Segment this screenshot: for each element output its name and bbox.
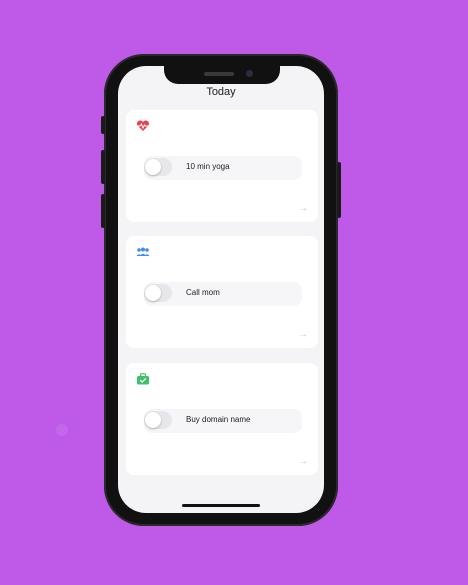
page-title: Today	[206, 86, 236, 98]
task-label: 10 min yoga	[186, 162, 230, 171]
power-button	[337, 162, 341, 218]
toggle-knob	[145, 412, 161, 428]
briefcase-check-icon	[137, 373, 149, 385]
home-indicator	[182, 504, 260, 507]
arrow-right-icon[interactable]: →	[298, 456, 308, 467]
task-label: Call mom	[186, 288, 220, 297]
toggle-knob	[145, 285, 161, 301]
phone-frame: Today 10 min yoga → Call mom → Buy domai…	[101, 54, 341, 526]
task-toggle[interactable]	[144, 411, 172, 429]
task-card[interactable]: 10 min yoga →	[126, 110, 318, 222]
volume-up-button	[101, 150, 105, 184]
front-camera	[246, 70, 253, 77]
task-label: Buy domain name	[186, 415, 251, 424]
task-card[interactable]: Call mom →	[126, 236, 318, 348]
arrow-right-icon[interactable]: →	[298, 329, 308, 340]
arrow-right-icon[interactable]: →	[298, 203, 308, 214]
toggle-knob	[145, 159, 161, 175]
task-toggle[interactable]	[144, 158, 172, 176]
speaker	[204, 72, 234, 76]
phone-screen: Today 10 min yoga → Call mom → Buy domai…	[118, 66, 324, 513]
volume-down-button	[101, 194, 105, 228]
task-row: Buy domain name	[144, 409, 302, 433]
task-row: 10 min yoga	[144, 156, 302, 180]
task-row: Call mom	[144, 282, 302, 306]
task-card[interactable]: Buy domain name →	[126, 363, 318, 475]
heart-pulse-icon	[136, 120, 150, 131]
mute-switch	[101, 116, 105, 134]
notch	[164, 66, 280, 84]
background-decoration	[56, 424, 68, 436]
task-toggle[interactable]	[144, 284, 172, 302]
people-icon	[136, 247, 150, 256]
